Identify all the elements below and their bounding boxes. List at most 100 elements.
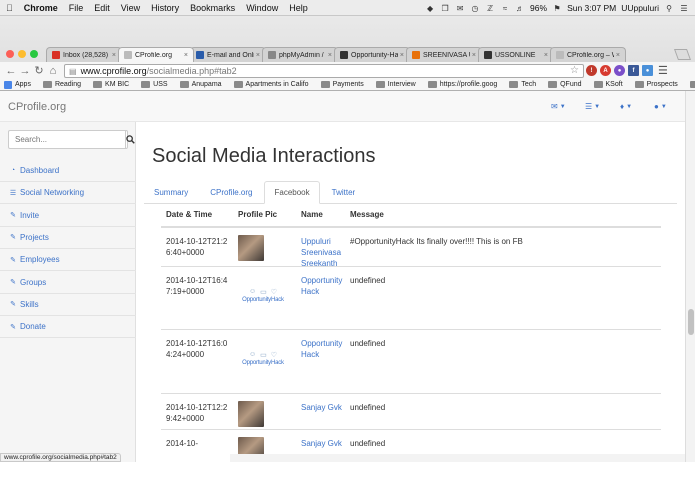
close-window-icon[interactable] xyxy=(6,50,14,58)
tab-close-icon[interactable]: × xyxy=(112,52,116,59)
volume-icon[interactable]: ♬ xyxy=(515,4,525,13)
bookmark-item[interactable]: QFund xyxy=(548,81,582,88)
tab-close-icon[interactable]: × xyxy=(472,52,476,59)
avatar[interactable] xyxy=(238,235,264,261)
reload-icon[interactable]: ↻ xyxy=(32,64,46,78)
bookmark-item[interactable]: Prospects xyxy=(634,81,678,88)
dropbox-icon[interactable]: ◆ xyxy=(425,4,435,13)
menu-edit[interactable]: Edit xyxy=(94,3,110,13)
bookmark-item[interactable]: Payments xyxy=(320,81,364,88)
adblock-icon[interactable]: A xyxy=(600,65,611,76)
opportunity-hack-logo[interactable]: ☺ ▭ ♡ OpportunityHack xyxy=(238,351,288,366)
extension-purple-icon[interactable]: ● xyxy=(614,65,625,76)
tab-twitter[interactable]: Twitter xyxy=(322,181,366,204)
browser-tab[interactable]: phpMyAdmin / × xyxy=(262,47,338,62)
copy-icon[interactable]: ❐ xyxy=(440,4,450,13)
bookmark-item[interactable]: Reading xyxy=(42,81,81,88)
spotlight-search-icon[interactable]: ⚲ xyxy=(664,4,674,13)
tab-summary[interactable]: Summary xyxy=(144,181,198,204)
home-icon[interactable]: ⌂ xyxy=(46,64,60,78)
user-icon: ● xyxy=(654,102,659,111)
browser-tab[interactable]: E-mail and Onlin × xyxy=(190,47,266,62)
bookmark-item[interactable]: Apartments in Califo xyxy=(233,81,309,88)
menu-window[interactable]: Window xyxy=(246,3,278,13)
bookmark-item[interactable]: USS xyxy=(141,81,168,88)
chrome-menu-icon[interactable]: ☰ xyxy=(658,64,668,77)
sidebar-item-employees[interactable]: ✎ Employees xyxy=(0,249,136,272)
address-bar[interactable]: ▤ www.cprofile.org/socialmedia.php#tab2 … xyxy=(64,64,584,78)
cell-name-link[interactable]: Opportunity Hack xyxy=(301,275,347,297)
browser-tab[interactable]: USSONLINE × xyxy=(478,47,554,62)
alerts-dropdown[interactable]: ♦ ▼ xyxy=(620,102,632,111)
minimize-window-icon[interactable] xyxy=(18,50,26,58)
bluetooth-icon[interactable]: ℤ xyxy=(485,4,495,13)
wifi-icon[interactable]: ≈ xyxy=(500,4,510,13)
user-name[interactable]: UUppuluri xyxy=(621,3,659,13)
menu-help[interactable]: Help xyxy=(289,3,308,13)
horizontal-scrollbar[interactable] xyxy=(230,454,685,462)
cell-name-link[interactable]: Opportunity Hack xyxy=(301,338,347,360)
tab-close-icon[interactable]: × xyxy=(328,52,332,59)
menu-bookmarks[interactable]: Bookmarks xyxy=(190,3,235,13)
scroll-thumb[interactable] xyxy=(688,309,694,335)
bookmark-item[interactable]: https://profile.goog xyxy=(427,81,497,88)
bookmark-item[interactable]: KSoft xyxy=(593,81,623,88)
back-icon[interactable]: ← xyxy=(4,64,18,78)
sidebar-item-invite[interactable]: ✎ Invite xyxy=(0,205,136,227)
bookmark-item[interactable]: Apps xyxy=(4,80,31,89)
user-dropdown[interactable]: ● ▼ xyxy=(654,102,667,111)
bookmark-item[interactable]: KM BIC xyxy=(93,81,129,88)
apple-menu-icon[interactable]:  xyxy=(6,3,13,13)
tab-close-icon[interactable]: × xyxy=(616,52,620,59)
bookmark-item[interactable]: Interview xyxy=(375,81,416,88)
cell-name-link[interactable]: Sanjay Gvk xyxy=(301,438,347,449)
app-menu-chrome[interactable]: Chrome xyxy=(24,3,58,13)
flag-icon[interactable]: ⚑ xyxy=(552,4,562,13)
menu-history[interactable]: History xyxy=(151,3,179,13)
tasks-dropdown[interactable]: ☰ ▼ xyxy=(585,102,600,111)
extension-red-icon[interactable]: ! xyxy=(586,65,597,76)
zoom-window-icon[interactable] xyxy=(30,50,38,58)
tab-cprofile-org[interactable]: CProfile.org xyxy=(200,181,262,204)
tab-facebook[interactable]: Facebook xyxy=(264,181,320,204)
clock[interactable]: Sun 3:07 PM xyxy=(567,3,616,13)
menu-file[interactable]: File xyxy=(69,3,84,13)
avatar[interactable] xyxy=(238,401,264,427)
cell-name-link[interactable]: Sanjay Gvk xyxy=(301,402,347,413)
sidebar-item-dashboard[interactable]: ◔ Dashboard xyxy=(0,160,136,182)
search-button[interactable] xyxy=(125,131,135,148)
opportunity-hack-logo[interactable]: ☺ ▭ ♡ OpportunityHack xyxy=(238,288,288,303)
bookmark-star-icon[interactable]: ☆ xyxy=(570,65,579,76)
page-scrollbar[interactable] xyxy=(685,91,695,462)
browser-tab[interactable]: SREENIVASA UPP× xyxy=(406,47,482,62)
browser-tab[interactable]: Inbox (28,528) × xyxy=(46,47,122,62)
history-icon[interactable]: ◷ xyxy=(470,4,480,13)
tab-close-icon[interactable]: × xyxy=(544,52,548,59)
facebook-icon[interactable]: f xyxy=(628,65,639,76)
browser-tab[interactable]: Opportunity-Ha × xyxy=(334,47,410,62)
messages-dropdown[interactable]: ✉ ▼ xyxy=(551,102,566,111)
bookmark-item[interactable]: Tech xyxy=(509,81,536,88)
search-input[interactable] xyxy=(9,131,125,148)
site-brand[interactable]: CProfile.org xyxy=(8,101,66,113)
forward-icon[interactable]: → xyxy=(18,64,32,78)
tab-close-icon[interactable]: × xyxy=(256,52,260,59)
tab-close-icon[interactable]: × xyxy=(400,52,404,59)
mail-icon[interactable]: ✉ xyxy=(455,4,465,13)
tab-label: SREENIVASA UPP xyxy=(423,51,470,59)
sidebar-item-groups[interactable]: ✎ Groups xyxy=(0,272,136,294)
bookmark-item[interactable]: Anupama xyxy=(179,81,222,88)
browser-tab[interactable]: CProfile.org – W × xyxy=(550,47,626,62)
browser-tab[interactable]: CProfile.org × xyxy=(118,47,194,62)
extension-blue-icon[interactable]: ● xyxy=(642,65,653,76)
sidebar-item-skills[interactable]: ✎ Skills xyxy=(0,294,136,316)
sidebar-item-social-networking[interactable]: ☰ Social Networking xyxy=(0,182,136,205)
cell-name-link[interactable]: Uppuluri Sreenivasa Sreekanth xyxy=(301,236,347,269)
tab-close-icon[interactable]: × xyxy=(184,52,188,59)
sidebar-item-projects[interactable]: ✎ Projects xyxy=(0,227,136,249)
notification-list-icon[interactable]: ☰ xyxy=(679,4,689,13)
menu-view[interactable]: View xyxy=(121,3,140,13)
battery-percent[interactable]: 96% xyxy=(530,3,547,13)
sidebar-item-donate[interactable]: ✎ Donate xyxy=(0,316,136,339)
bookmark-item[interactable]: WHOIS xyxy=(689,81,695,88)
